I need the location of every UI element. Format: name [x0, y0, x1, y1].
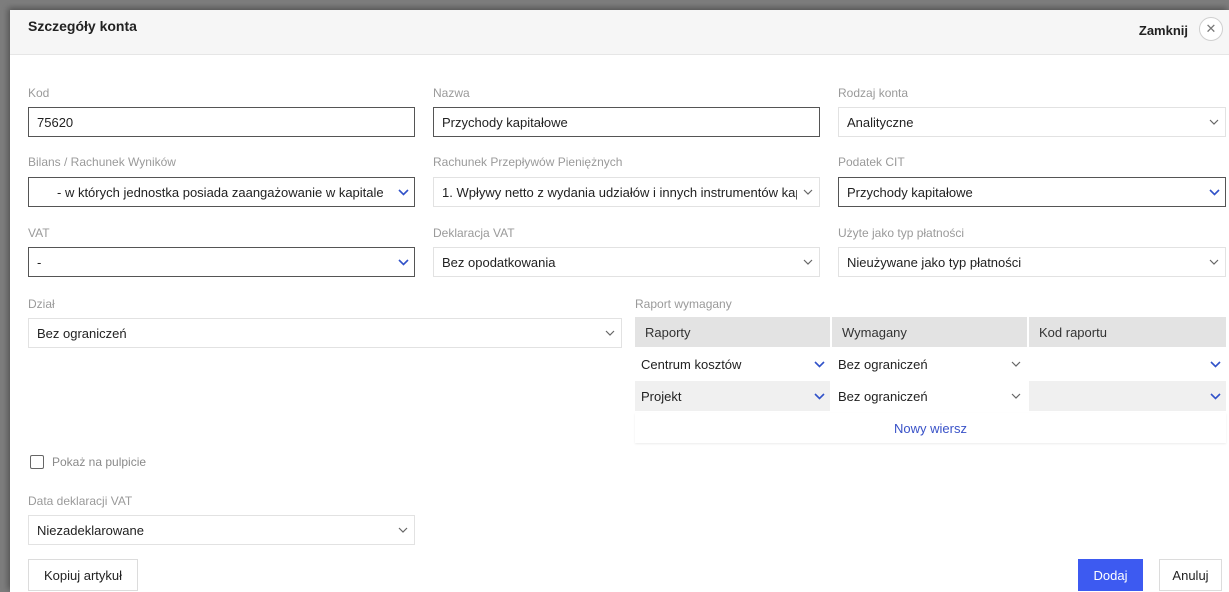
dashboard-checkbox-label: Pokaż na pulpicie [52, 455, 147, 469]
close-label[interactable]: Zamknij [1139, 23, 1188, 38]
deklaracja-vat-label: Deklaracja VAT [433, 226, 515, 240]
vat-select[interactable]: - [28, 247, 415, 277]
wymagany-cell[interactable]: Bez ograniczeń [832, 381, 1029, 411]
vat-label: VAT [28, 226, 50, 240]
nazwa-value: Przychody kapitałowe [442, 114, 568, 130]
deklaracja-vat-select[interactable]: Bez opodatkowania [433, 247, 820, 277]
kod-input[interactable]: 75620 [28, 107, 415, 137]
column-header-raporty: Raporty [635, 317, 832, 347]
nazwa-label: Nazwa [433, 86, 470, 100]
data-deklaracji-label: Data deklaracji VAT [28, 494, 133, 508]
przeplywy-value: 1. Wpływy netto z wydania udziałów i inn… [442, 184, 797, 200]
chevron-down-icon [392, 188, 414, 196]
raport-value: Projekt [641, 388, 682, 404]
wymagany-value: Bez ograniczeń [838, 356, 928, 372]
table-row: Projekt Bez ograniczeń [635, 381, 1226, 411]
chevron-down-icon [797, 259, 819, 265]
column-header-wymagany: Wymagany [832, 317, 1029, 347]
dialog-title: Szczegóły konta [28, 18, 137, 34]
cancel-button[interactable]: Anuluj [1159, 559, 1222, 591]
new-row-link[interactable]: Nowy wiersz [635, 413, 1226, 443]
dashboard-checkbox[interactable] [30, 455, 44, 469]
chevron-down-icon [1005, 393, 1027, 399]
reports-table-header: Raporty Wymagany Kod raportu [635, 317, 1226, 347]
chevron-down-icon [1203, 188, 1225, 196]
wymagany-value: Bez ograniczeń [838, 388, 928, 404]
rodzaj-konta-value: Analityczne [847, 114, 914, 130]
bilans-select[interactable]: - w których jednostka posiada zaangażowa… [28, 177, 415, 207]
data-deklaracji-value: Niezadeklarowane [37, 522, 144, 538]
account-details-dialog: Szczegóły konta Zamknij ✕ Kod 75620 Nazw… [10, 10, 1229, 592]
chevron-down-icon [1203, 259, 1225, 265]
close-icon[interactable]: ✕ [1199, 17, 1223, 41]
typ-platnosci-value: Nieużywane jako typ płatności [847, 254, 1022, 270]
kod-value: 75620 [37, 114, 74, 130]
bilans-label: Bilans / Rachunek Wyników [28, 155, 176, 169]
dzial-select[interactable]: Bez ograniczeń [28, 318, 622, 348]
przeplywy-label: Rachunek Przepływów Pieniężnych [433, 155, 623, 169]
podatek-cit-select[interactable]: Przychody kapitałowe [838, 177, 1226, 207]
raport-cell[interactable]: Centrum kosztów [635, 349, 832, 379]
raport-cell[interactable]: Projekt [635, 381, 832, 411]
chevron-down-icon [1203, 119, 1225, 125]
wymagany-cell[interactable]: Bez ograniczeń [832, 349, 1029, 379]
chevron-down-icon [599, 330, 621, 336]
typ-platnosci-label: Użyte jako typ płatności [838, 226, 965, 240]
data-deklaracji-select[interactable]: Niezadeklarowane [28, 515, 415, 545]
chevron-down-icon [808, 360, 830, 368]
chevron-down-icon [1204, 360, 1226, 368]
chevron-down-icon [808, 392, 830, 400]
przeplywy-select[interactable]: 1. Wpływy netto z wydania udziałów i inn… [433, 177, 820, 207]
kod-raportu-cell[interactable] [1029, 381, 1226, 411]
kod-raportu-cell[interactable] [1029, 349, 1226, 379]
dzial-label: Dział [28, 297, 55, 311]
rodzaj-konta-select[interactable]: Analityczne [838, 107, 1226, 137]
chevron-down-icon [392, 527, 414, 533]
podatek-cit-value: Przychody kapitałowe [847, 184, 973, 200]
deklaracja-vat-value: Bez opodatkowania [442, 254, 556, 270]
chevron-down-icon [1005, 361, 1027, 367]
add-button[interactable]: Dodaj [1078, 559, 1143, 591]
dzial-value: Bez ograniczeń [37, 325, 127, 341]
rodzaj-konta-label: Rodzaj konta [838, 86, 909, 100]
podatek-cit-label: Podatek CIT [838, 155, 905, 169]
copy-article-button[interactable]: Kopiuj artykuł [28, 559, 138, 591]
chevron-down-icon [1204, 392, 1226, 400]
chevron-down-icon [797, 189, 819, 195]
kod-label: Kod [28, 86, 50, 100]
vat-value: - [37, 254, 42, 270]
chevron-down-icon [392, 258, 414, 266]
dialog-header: Szczegóły konta Zamknij ✕ [10, 10, 1229, 55]
raport-wymagany-label: Raport wymagany [635, 297, 732, 311]
typ-platnosci-select[interactable]: Nieużywane jako typ płatności [838, 247, 1226, 277]
raport-value: Centrum kosztów [641, 356, 742, 372]
bilans-value: - w których jednostka posiada zaangażowa… [57, 184, 384, 200]
nazwa-input[interactable]: Przychody kapitałowe [433, 107, 820, 137]
table-row: Centrum kosztów Bez ograniczeń [635, 349, 1226, 379]
column-header-kod-raportu: Kod raportu [1039, 324, 1107, 340]
